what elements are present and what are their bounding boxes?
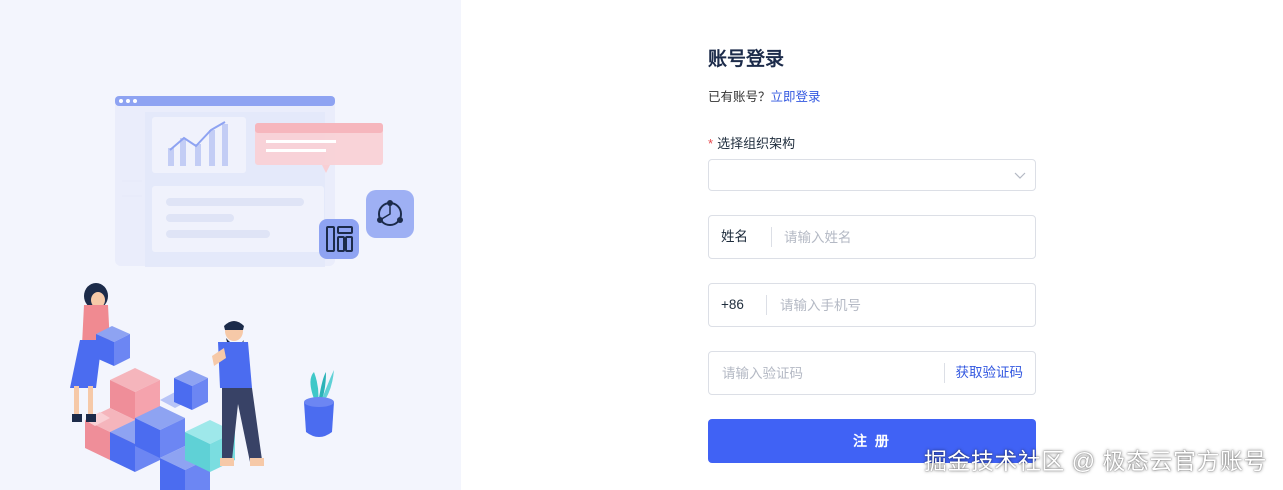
country-code-prefix: +86 bbox=[721, 297, 744, 312]
get-code-button[interactable]: 获取验证码 bbox=[956, 352, 1024, 394]
org-select[interactable] bbox=[708, 159, 1036, 191]
phone-field: +86 bbox=[708, 283, 1036, 327]
name-input[interactable] bbox=[784, 216, 1024, 258]
layout-icon bbox=[319, 219, 359, 259]
org-label-text: 选择组织架构 bbox=[717, 136, 796, 151]
name-divider bbox=[771, 227, 772, 247]
blocks-graphic bbox=[85, 368, 235, 490]
name-prefix-label: 姓名 bbox=[721, 229, 748, 244]
code-divider bbox=[944, 363, 945, 383]
name-field: 姓名 bbox=[708, 215, 1036, 259]
login-link[interactable]: 立即登录 bbox=[771, 90, 821, 104]
org-field-label: * 选择组织架构 bbox=[708, 133, 795, 152]
phone-divider bbox=[766, 295, 767, 315]
illustration-panel bbox=[0, 0, 461, 490]
register-panel: 账号登录 已有账号？立即登录 *选择组织架构 姓名 +86 获取验证码 bbox=[461, 0, 1283, 490]
required-mark: * bbox=[708, 136, 714, 151]
team-building-illustration bbox=[70, 96, 414, 490]
phone-input[interactable] bbox=[780, 284, 1024, 326]
has-account-text: 已有账号？ bbox=[708, 90, 771, 104]
network-icon bbox=[366, 190, 414, 238]
verification-code-field: 获取验证码 bbox=[708, 351, 1036, 395]
watermark: 掘金技术社区 @ 极态云官方账号 bbox=[923, 448, 1267, 474]
page-title: 账号登录 bbox=[708, 49, 785, 70]
login-prompt: 已有账号？立即登录 bbox=[708, 86, 821, 105]
verification-code-input[interactable] bbox=[722, 352, 932, 394]
plant-graphic bbox=[304, 370, 334, 437]
chevron-down-icon bbox=[1014, 172, 1026, 179]
browser-window-graphic bbox=[115, 96, 335, 267]
